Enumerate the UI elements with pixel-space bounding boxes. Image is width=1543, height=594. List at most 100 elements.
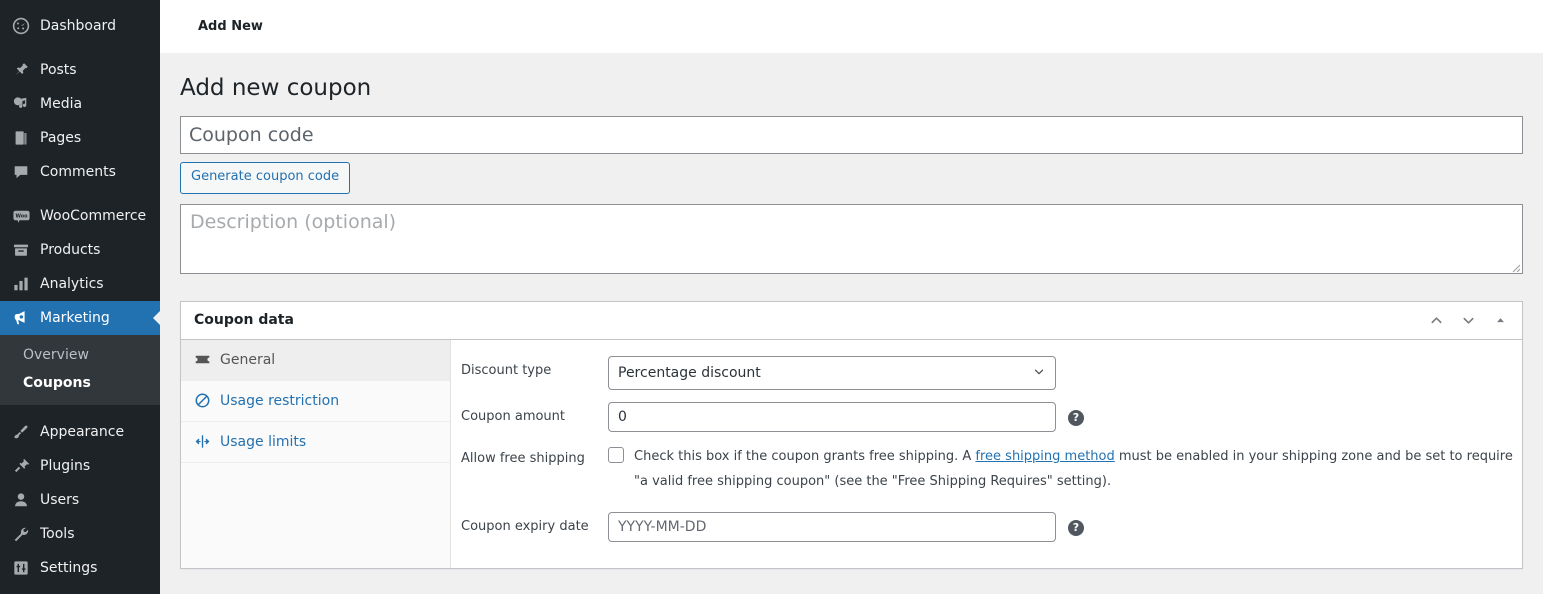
- field-coupon-expiry-date: Coupon expiry date ?: [451, 506, 1522, 548]
- brush-icon: [11, 422, 31, 442]
- sidebar-item-label: Media: [40, 97, 82, 111]
- limits-icon: [193, 433, 211, 451]
- sidebar-item-plugins[interactable]: Plugins: [0, 449, 160, 483]
- sidebar-submenu-marketing: Overview Coupons: [0, 335, 160, 405]
- top-bar: Add New: [160, 0, 1543, 53]
- sidebar-item-analytics[interactable]: Analytics: [0, 267, 160, 301]
- sidebar-subitem-overview[interactable]: Overview: [0, 341, 160, 369]
- tab-usage-limits[interactable]: Usage limits: [181, 422, 450, 463]
- coupon-data-title: Coupon data: [194, 312, 1426, 328]
- sidebar-subitem-label: Overview: [23, 347, 89, 363]
- panel-actions: [1426, 310, 1510, 330]
- block-icon: [193, 392, 211, 410]
- free-shipping-text-before: Check this box if the coupon grants free…: [634, 449, 975, 464]
- admin-page: Dashboard Posts Media Pages Commen: [0, 0, 1543, 594]
- discount-type-select[interactable]: Percentage discountFixed cart discountFi…: [608, 356, 1056, 390]
- sidebar-item-woocommerce[interactable]: Woo WooCommerce: [0, 199, 160, 233]
- pages-icon: [11, 128, 31, 148]
- sidebar-subitem-label: Coupons: [23, 375, 91, 391]
- coupon-expiry-date-label: Coupon expiry date: [451, 512, 608, 537]
- discount-type-label: Discount type: [451, 356, 608, 381]
- coupon-amount-label: Coupon amount: [451, 402, 608, 427]
- field-allow-free-shipping: Allow free shipping Check this box if th…: [451, 438, 1522, 500]
- toggle-panel-icon[interactable]: [1490, 310, 1510, 330]
- wrench-icon: [11, 524, 31, 544]
- sidebar-item-label: Plugins: [40, 459, 90, 473]
- field-discount-type: Discount type Percentage discountFixed c…: [451, 350, 1522, 396]
- sidebar-item-users[interactable]: Users: [0, 483, 160, 517]
- move-down-icon[interactable]: [1458, 310, 1478, 330]
- help-icon-coupon-expiry-date[interactable]: ?: [1068, 520, 1084, 536]
- allow-free-shipping-control: Check this box if the coupon grants free…: [608, 444, 1522, 494]
- sidebar-item-label: Settings: [40, 561, 97, 575]
- tab-usage-restriction[interactable]: Usage restriction: [181, 381, 450, 422]
- settings-icon: [11, 558, 31, 578]
- coupon-data-tabs: General Usage restriction: [181, 340, 451, 568]
- tab-label: General: [220, 352, 275, 368]
- breadcrumb: Add New: [198, 19, 263, 34]
- woocommerce-icon: Woo: [11, 206, 31, 226]
- sidebar-item-pages[interactable]: Pages: [0, 121, 160, 155]
- field-coupon-amount: Coupon amount ?: [451, 396, 1522, 438]
- plug-icon: [11, 456, 31, 476]
- page-content: Add new coupon Generate coupon code Coup…: [160, 53, 1543, 569]
- discount-type-select-wrapper: Percentage discountFixed cart discountFi…: [608, 356, 1056, 390]
- allow-free-shipping-checkbox[interactable]: [608, 447, 624, 463]
- svg-text:Woo: Woo: [15, 213, 28, 219]
- sidebar-subitem-coupons[interactable]: Coupons: [0, 369, 160, 397]
- analytics-icon: [11, 274, 31, 294]
- coupon-amount-control: ?: [608, 402, 1522, 432]
- sidebar-item-label: Posts: [40, 63, 77, 77]
- sidebar-item-tools[interactable]: Tools: [0, 517, 160, 551]
- sidebar-divider: [0, 43, 160, 53]
- allow-free-shipping-label: Allow free shipping: [451, 444, 608, 469]
- sidebar-item-posts[interactable]: Posts: [0, 53, 160, 87]
- coupon-expiry-date-input[interactable]: [608, 512, 1056, 542]
- coupon-data-panel: Coupon data: [180, 301, 1523, 569]
- sidebar-item-label: Users: [40, 493, 79, 507]
- coupon-general-fields: Discount type Percentage discountFixed c…: [451, 340, 1522, 568]
- sidebar-item-label: Products: [40, 243, 100, 257]
- sidebar-item-marketing[interactable]: Marketing: [0, 301, 160, 335]
- sidebar-divider: [0, 405, 160, 415]
- free-shipping-method-link[interactable]: free shipping method: [975, 449, 1114, 464]
- coupon-description-textarea[interactable]: [180, 204, 1523, 274]
- description-wrapper: [180, 204, 1523, 274]
- sidebar-item-media[interactable]: Media: [0, 87, 160, 121]
- coupon-expiry-date-control: ?: [608, 512, 1522, 542]
- pin-icon: [11, 60, 31, 80]
- sidebar-item-settings[interactable]: Settings: [0, 551, 160, 585]
- tab-label: Usage restriction: [220, 393, 339, 409]
- help-icon-coupon-amount[interactable]: ?: [1068, 410, 1084, 426]
- allow-free-shipping-description: Check this box if the coupon grants free…: [634, 444, 1522, 494]
- discount-type-control: Percentage discountFixed cart discountFi…: [608, 356, 1522, 390]
- sidebar-item-dashboard[interactable]: Dashboard: [0, 9, 160, 43]
- coupon-data-panel-header: Coupon data: [181, 302, 1522, 340]
- products-icon: [11, 240, 31, 260]
- sidebar-item-appearance[interactable]: Appearance: [0, 415, 160, 449]
- sidebar-item-label: WooCommerce: [40, 209, 146, 223]
- megaphone-icon: [11, 308, 31, 328]
- sidebar-divider: [0, 189, 160, 199]
- move-up-icon[interactable]: [1426, 310, 1446, 330]
- page-title: Add new coupon: [180, 53, 1523, 116]
- generate-coupon-code-button[interactable]: Generate coupon code: [180, 162, 350, 194]
- sidebar-item-label: Dashboard: [40, 19, 116, 33]
- sidebar-item-products[interactable]: Products: [0, 233, 160, 267]
- sidebar-item-comments[interactable]: Comments: [0, 155, 160, 189]
- tab-general[interactable]: General: [181, 340, 450, 381]
- coupon-data-body: General Usage restriction: [181, 340, 1522, 568]
- dashboard-icon: [11, 16, 31, 36]
- media-icon: [11, 94, 31, 114]
- sidebar-item-label: Comments: [40, 165, 116, 179]
- main-area: Add New Add new coupon Generate coupon c…: [160, 0, 1543, 594]
- comments-icon: [11, 162, 31, 182]
- sidebar-item-label: Tools: [40, 527, 75, 541]
- tab-label: Usage limits: [220, 434, 306, 450]
- ticket-icon: [193, 351, 211, 369]
- sidebar-item-label: Appearance: [40, 425, 124, 439]
- user-icon: [11, 490, 31, 510]
- coupon-amount-input[interactable]: [608, 402, 1056, 432]
- coupon-code-input[interactable]: [180, 116, 1523, 154]
- sidebar-item-label: Marketing: [40, 311, 110, 325]
